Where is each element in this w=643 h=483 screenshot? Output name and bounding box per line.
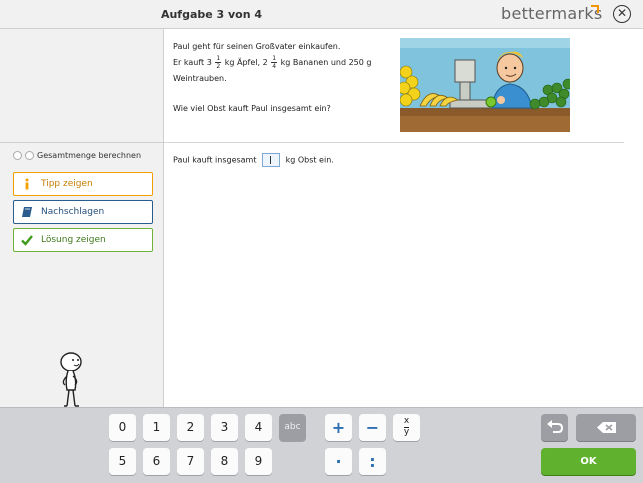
check-icon	[21, 235, 33, 246]
bettermarks-logo: bettermarks	[501, 4, 603, 23]
fraction-1-numerator: 1	[215, 55, 222, 63]
task-title: Aufgabe 3 von 4	[160, 8, 263, 21]
key-0[interactable]: 0	[109, 414, 136, 441]
undo-button[interactable]	[541, 414, 568, 441]
fraction-key-y: y	[403, 427, 410, 437]
lookup-button[interactable]: Nachschlagen	[13, 200, 153, 224]
answer-input[interactable]	[262, 153, 281, 167]
mascot-illustration	[60, 352, 82, 407]
key-abc[interactable]: abc	[279, 414, 306, 441]
content-divider	[164, 142, 624, 143]
key-5[interactable]: 5	[109, 448, 136, 475]
tip-button-label: Tipp zeigen	[41, 179, 93, 189]
answer-suffix: kg Obst ein.	[285, 155, 334, 165]
key-plus[interactable]: +	[325, 414, 352, 441]
sidebar-divider	[0, 142, 163, 143]
key-multiply[interactable]: ·	[325, 448, 352, 475]
problem-line-1: Paul geht für seinen Großvater einkaufen…	[173, 42, 341, 51]
logo-corner-mark	[591, 5, 599, 13]
problem-line-2-a: Er kauft 3	[173, 58, 212, 67]
backspace-icon	[597, 422, 616, 433]
answer-line: Paul kauft insgesamt kg Obst ein.	[173, 153, 334, 167]
key-minus[interactable]: −	[359, 414, 386, 441]
problem-line-2-c: kg Bananen und 250 g	[280, 58, 372, 67]
problem-question: Wie viel Obst kauft Paul insgesamt ein?	[173, 104, 331, 113]
key-1[interactable]: 1	[143, 414, 170, 441]
step-label: Gesamtmenge berechnen	[37, 151, 142, 160]
key-3[interactable]: 3	[211, 414, 238, 441]
key-4[interactable]: 4	[245, 414, 272, 441]
show-solution-button[interactable]: Lösung zeigen	[13, 228, 153, 252]
fraction-key-x: x	[403, 416, 410, 426]
fraction-2-denominator: 4	[272, 63, 277, 70]
fraction-one-half: 1 2	[215, 55, 222, 70]
step-radio-2[interactable]	[25, 151, 34, 160]
step-radio-1[interactable]	[13, 151, 22, 160]
show-solution-button-label: Lösung zeigen	[41, 235, 106, 245]
key-fraction[interactable]: x y	[393, 414, 420, 441]
key-6[interactable]: 6	[143, 448, 170, 475]
problem-line-2: Er kauft 3 1 2 kg Äpfel, 2 1 4 kg Banane…	[173, 55, 383, 71]
fraction-key-symbol: x y	[403, 416, 410, 438]
backspace-button[interactable]	[576, 414, 636, 441]
problem-line-2-b: kg Äpfel, 2	[224, 58, 268, 67]
lookup-button-label: Nachschlagen	[41, 207, 105, 217]
info-icon	[25, 178, 29, 190]
fruit-market-illustration	[400, 38, 570, 132]
problem-line-3: Weintrauben.	[173, 74, 227, 83]
key-7[interactable]: 7	[177, 448, 204, 475]
tip-button[interactable]: Tipp zeigen	[13, 172, 153, 196]
fraction-2-numerator: 1	[271, 55, 278, 63]
key-2[interactable]: 2	[177, 414, 204, 441]
answer-prefix: Paul kauft insgesamt	[173, 155, 257, 165]
close-button[interactable]: ✕	[613, 5, 631, 23]
fraction-1-denominator: 2	[216, 63, 221, 70]
problem-text: Paul geht für seinen Großvater einkaufen…	[173, 39, 383, 117]
fraction-one-quarter: 1 4	[271, 55, 278, 70]
undo-icon	[547, 420, 564, 433]
ok-button[interactable]: OK	[541, 448, 636, 475]
key-9[interactable]: 9	[245, 448, 272, 475]
book-icon	[22, 207, 32, 217]
key-divide[interactable]: :	[359, 448, 386, 475]
key-8[interactable]: 8	[211, 448, 238, 475]
